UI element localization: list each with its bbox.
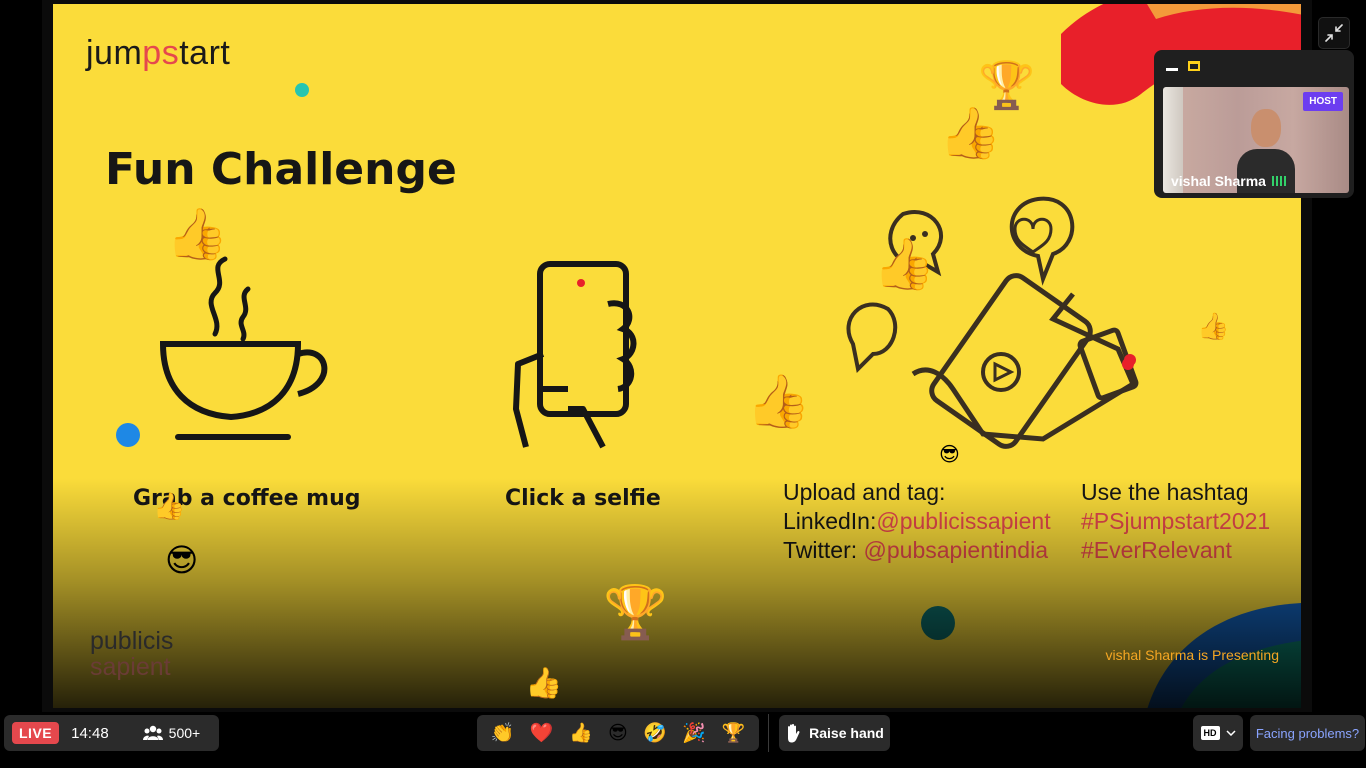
floating-thumbs-up-icon: 👍 bbox=[166, 205, 229, 263]
floating-thumbs-up-icon: 👍 bbox=[153, 492, 186, 522]
hashtag-1: #PSjumpstart2021 bbox=[1081, 508, 1271, 534]
jumpstart-logo: jumpstart bbox=[86, 34, 231, 72]
linkedin-handle: @publicissapient bbox=[876, 508, 1051, 534]
host-badge: HOST bbox=[1303, 92, 1343, 111]
host-video-pip[interactable]: HOST vishal Sharma bbox=[1154, 50, 1354, 198]
host-name-label: vishal Sharma bbox=[1171, 173, 1286, 189]
cool-face-reaction-icon[interactable]: 😎 bbox=[608, 723, 628, 743]
upload-heading: Upload and tag: bbox=[783, 479, 946, 505]
minimize-arrows-icon bbox=[1325, 24, 1343, 42]
reaction-bar: 👏 ❤️ 👍 😎 🤣 🎉 🏆 bbox=[477, 715, 759, 751]
clap-reaction-icon[interactable]: 👏 bbox=[491, 723, 515, 743]
slide-title: Fun Challenge bbox=[105, 144, 457, 195]
viewer-count: 500+ bbox=[142, 725, 200, 741]
trophy-reaction-icon[interactable]: 🏆 bbox=[722, 723, 746, 743]
minimize-icon[interactable] bbox=[1166, 68, 1178, 71]
pip-controls bbox=[1166, 60, 1200, 71]
social-hand-phone-illustration bbox=[846, 196, 1139, 449]
caption-selfie: Click a selfie bbox=[505, 486, 661, 511]
coffee-mug-illustration bbox=[159, 256, 328, 440]
hd-badge: HD bbox=[1200, 726, 1220, 740]
live-status-pill: LIVE 14:48 500+ bbox=[4, 715, 219, 751]
thumbs-up-reaction-icon[interactable]: 👍 bbox=[569, 723, 593, 743]
laughing-reaction-icon[interactable]: 🤣 bbox=[643, 723, 667, 743]
twitter-line: Twitter: @pubsapientindia bbox=[783, 537, 1048, 563]
floating-trophy-icon: 🏆 bbox=[603, 583, 668, 643]
floating-thumbs-up-icon: 👍 bbox=[873, 235, 936, 293]
decor-dot-teal-dark bbox=[921, 606, 955, 640]
floating-cool-face-icon: 😎 bbox=[165, 541, 199, 579]
presenting-status: vishal Sharma is Presenting bbox=[1105, 647, 1279, 663]
floating-thumbs-up-icon: 👍 bbox=[525, 666, 563, 701]
party-popper-reaction-icon[interactable]: 🎉 bbox=[682, 723, 706, 743]
audio-level-icon bbox=[1271, 176, 1286, 186]
shared-slide: jumpstart Fun Challenge Grab a coffee mu… bbox=[53, 4, 1301, 708]
people-icon bbox=[142, 725, 163, 740]
hashtag-instructions: Use the hashtag #PSjumpstart2021 #EverRe… bbox=[1081, 478, 1270, 565]
publicis-sapient-logo: publicis sapient bbox=[90, 627, 174, 681]
floating-thumbs-up-icon: 👍 bbox=[746, 372, 811, 432]
host-video-feed: HOST vishal Sharma bbox=[1163, 87, 1349, 193]
facing-problems-button[interactable]: Facing problems? bbox=[1250, 715, 1365, 751]
hashtag-heading: Use the hashtag bbox=[1081, 479, 1249, 505]
heart-reaction-icon[interactable]: ❤️ bbox=[530, 723, 554, 743]
selfie-phone-illustration bbox=[513, 261, 637, 449]
decor-dot-red bbox=[1124, 354, 1136, 366]
floating-thumbs-up-icon: 👍 bbox=[939, 104, 1002, 162]
toolbar-divider bbox=[768, 714, 769, 752]
maximize-icon[interactable] bbox=[1188, 60, 1200, 71]
decor-dot-blue bbox=[116, 423, 140, 447]
floating-trophy-icon: 🏆 bbox=[978, 58, 1036, 112]
upload-instructions: Upload and tag: LinkedIn:@publicissapien… bbox=[783, 478, 1051, 565]
twitter-handle: @pubsapientindia bbox=[863, 537, 1048, 563]
hand-icon bbox=[788, 724, 800, 743]
floating-thumbs-up-icon: 👍 bbox=[1197, 312, 1230, 342]
quality-selector[interactable]: HD bbox=[1193, 715, 1243, 751]
decor-dot-teal bbox=[295, 83, 309, 97]
live-badge: LIVE bbox=[12, 722, 60, 744]
floating-cool-face-icon: 😎 bbox=[939, 442, 960, 466]
linkedin-line: LinkedIn:@publicissapient bbox=[783, 508, 1051, 534]
chevron-down-icon bbox=[1225, 730, 1236, 736]
elapsed-time: 14:48 bbox=[71, 724, 109, 742]
exit-fullscreen-button[interactable] bbox=[1318, 17, 1350, 49]
hashtag-2: #EverRelevant bbox=[1081, 537, 1232, 563]
raise-hand-button[interactable]: Raise hand bbox=[779, 715, 890, 751]
